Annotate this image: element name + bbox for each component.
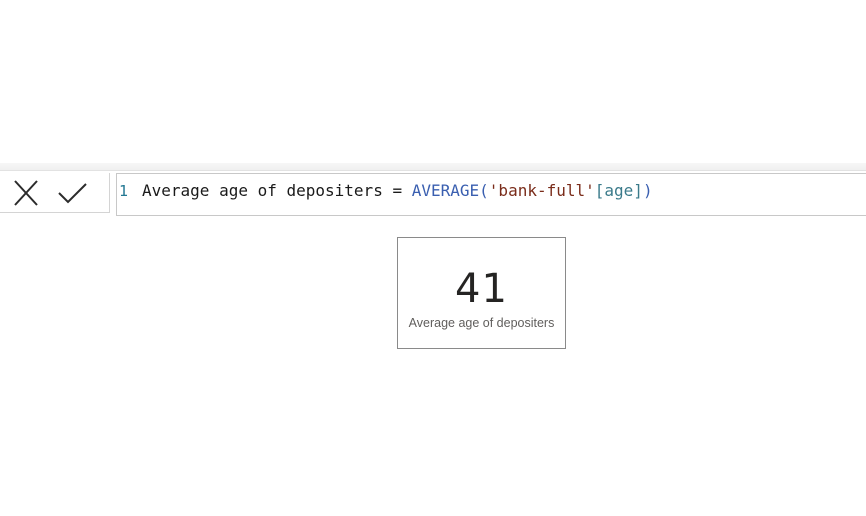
card-visual[interactable]: 41 Average age of depositers	[397, 237, 566, 349]
column-ref-token: [age]	[594, 181, 643, 200]
open-paren-token: (	[479, 181, 489, 200]
card-value: 41	[455, 266, 508, 312]
formula-editor[interactable]: 1 Average age of depositers = AVERAGE('b…	[116, 173, 866, 216]
table-name-token: 'bank-full'	[488, 181, 595, 200]
report-canvas: 1 Average age of depositers = AVERAGE('b…	[0, 0, 866, 516]
formula-code: Average age of depositers = AVERAGE('ban…	[142, 181, 653, 201]
line-number: 1	[119, 182, 129, 200]
formula-commit-controls	[0, 173, 110, 213]
ribbon-bottom-edge	[0, 163, 866, 171]
measure-definition-text: Average age of depositers =	[142, 181, 412, 200]
cancel-button[interactable]	[9, 178, 43, 208]
checkmark-icon	[58, 183, 87, 204]
formula-bar: 1 Average age of depositers = AVERAGE('b…	[0, 171, 866, 217]
function-token: AVERAGE	[411, 181, 480, 200]
close-paren-token: )	[642, 181, 653, 200]
commit-button[interactable]	[55, 178, 89, 208]
close-x-icon	[14, 180, 38, 206]
card-label: Average age of depositers	[408, 316, 555, 330]
